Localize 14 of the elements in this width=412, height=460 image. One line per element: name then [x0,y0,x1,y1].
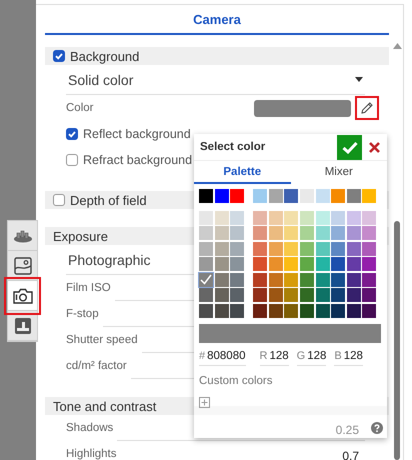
field-label: Highlights [66,448,116,460]
channel-label: B [334,350,342,362]
field-label: Color [66,102,94,114]
field-label: Film ISO [66,282,111,294]
field-label: cd/m² factor [66,360,127,372]
section-label: Custom colors [198,374,274,386]
field-label: Shadows [66,422,114,434]
field-label: F-stop [66,308,99,320]
channel-label: R [260,350,268,362]
hex-label: # [199,350,206,362]
popup-title: Select color [199,141,266,153]
field-label: Shutter speed [66,334,138,346]
panel-title: Camera [45,5,389,35]
channel-label: G [296,350,306,362]
